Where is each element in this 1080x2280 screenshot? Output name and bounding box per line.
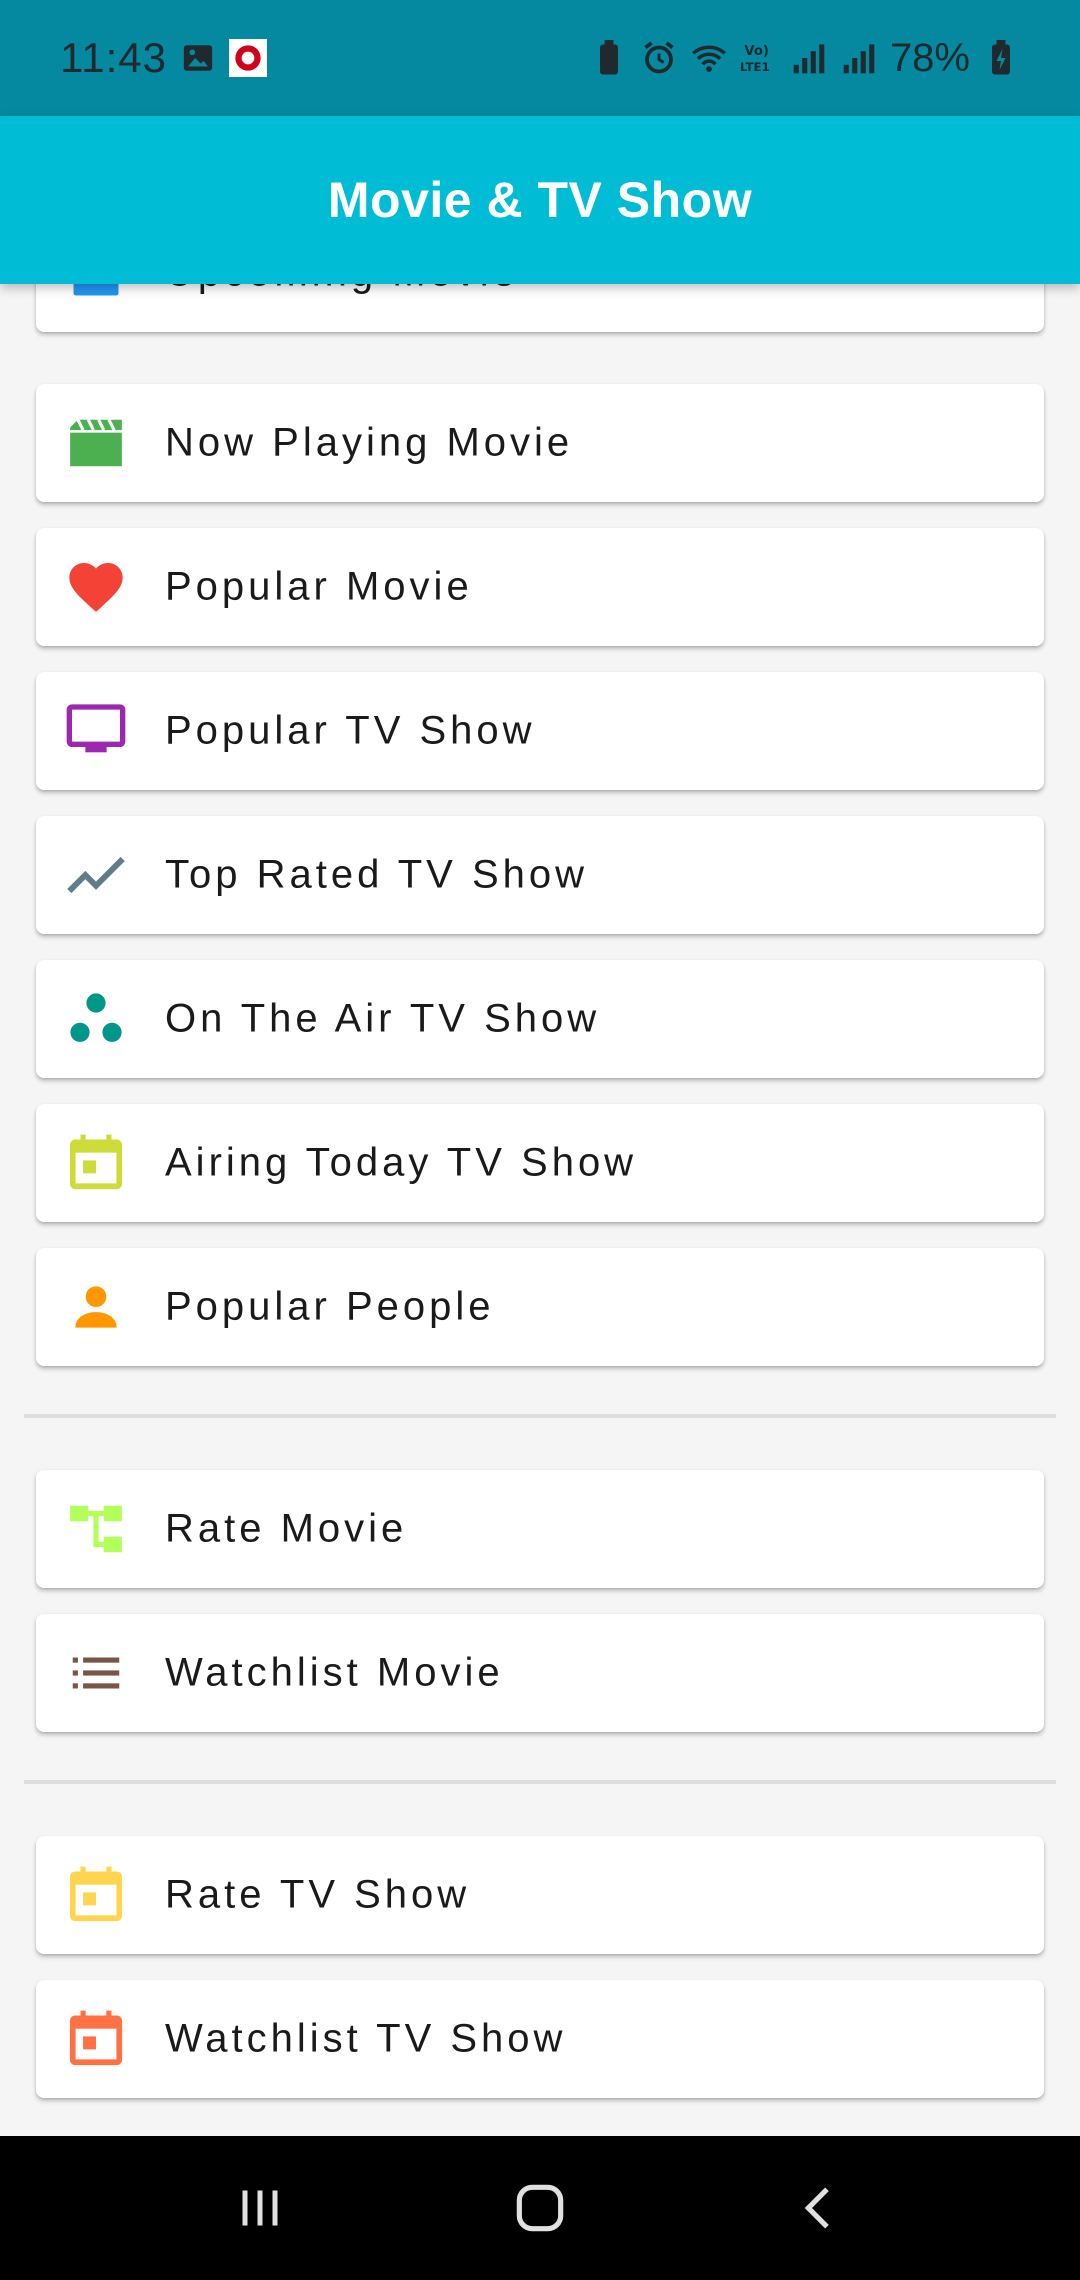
- status-bar-right: Vo) LTE1 78%: [590, 36, 1020, 81]
- battery-saver-icon: [590, 39, 628, 77]
- menu-item-label: Rate Movie: [165, 1506, 408, 1551]
- menu-item-label: Upcoming Movie: [165, 284, 519, 296]
- list-icon: [64, 1641, 128, 1705]
- status-time: 11:43: [60, 34, 167, 81]
- home-button[interactable]: [500, 2168, 580, 2248]
- menu-item-label: Popular People: [165, 1284, 495, 1329]
- network-type-label: LTE1: [740, 60, 770, 74]
- menu-item-top-rated-tv-show[interactable]: Top Rated TV Show: [36, 816, 1044, 934]
- section-divider: [24, 1780, 1056, 1784]
- menu-list[interactable]: Upcoming Movie Now Playing Movie Popular…: [0, 284, 1080, 2112]
- pizza-app-icon: [229, 39, 267, 77]
- menu-item-label: Popular Movie: [165, 564, 473, 609]
- event-icon: [64, 1131, 128, 1195]
- account-tree-icon: [64, 1497, 128, 1561]
- gallery-icon: [179, 39, 217, 77]
- menu-item-popular-tv-show[interactable]: Popular TV Show: [36, 672, 1044, 790]
- event-icon: [64, 2007, 128, 2071]
- svg-text:Vo): Vo): [744, 44, 768, 59]
- menu-item-popular-people[interactable]: Popular People: [36, 1248, 1044, 1366]
- heart-icon: [64, 555, 128, 619]
- status-bar: 11:43 Vo) LTE1 78%: [0, 0, 1080, 116]
- menu-item-upcoming-movie[interactable]: Upcoming Movie: [36, 284, 1044, 332]
- menu-item-rate-movie[interactable]: Rate Movie: [36, 1470, 1044, 1588]
- person-icon: [64, 1275, 128, 1339]
- signal-icon-1: [790, 39, 828, 77]
- menu-item-rate-tv-show[interactable]: Rate TV Show: [36, 1836, 1044, 1954]
- status-bar-left: 11:43: [60, 34, 267, 82]
- menu-item-label: Airing Today TV Show: [165, 1140, 638, 1185]
- menu-item-label: Watchlist TV Show: [165, 2016, 567, 2061]
- calendar-icon: [64, 284, 128, 305]
- menu-item-label: On The Air TV Show: [165, 996, 601, 1041]
- page-title: Movie & TV Show: [327, 172, 753, 228]
- section-divider: [24, 1414, 1056, 1418]
- bubble-chart-icon: [64, 987, 128, 1051]
- alarm-icon: [640, 39, 678, 77]
- signal-icon-2: [840, 39, 878, 77]
- tv-icon: [64, 699, 128, 763]
- battery-charging-icon: [982, 39, 1020, 77]
- menu-item-label: Popular TV Show: [165, 708, 536, 753]
- menu-item-watchlist-tv-show[interactable]: Watchlist TV Show: [36, 1980, 1044, 2098]
- menu-item-watchlist-movie[interactable]: Watchlist Movie: [36, 1614, 1044, 1732]
- wifi-icon: [690, 39, 728, 77]
- menu-item-label: Watchlist Movie: [165, 1650, 504, 1695]
- trending-up-icon: [64, 843, 128, 907]
- menu-item-label: Rate TV Show: [165, 1872, 471, 1917]
- event-icon: [64, 1863, 128, 1927]
- recent-apps-button[interactable]: [220, 2168, 300, 2248]
- menu-item-airing-today-tv-show[interactable]: Airing Today TV Show: [36, 1104, 1044, 1222]
- menu-item-label: Top Rated TV Show: [165, 852, 589, 897]
- clapperboard-icon: [64, 411, 128, 475]
- menu-item-on-the-air-tv-show[interactable]: On The Air TV Show: [36, 960, 1044, 1078]
- menu-item-label: Now Playing Movie: [165, 420, 574, 465]
- menu-item-popular-movie[interactable]: Popular Movie: [36, 528, 1044, 646]
- system-nav-bar: [0, 2136, 1080, 2280]
- menu-item-now-playing-movie[interactable]: Now Playing Movie: [36, 384, 1044, 502]
- battery-percent: 78%: [889, 35, 970, 80]
- volte-icon: Vo) LTE1: [740, 39, 778, 77]
- back-button[interactable]: [780, 2168, 860, 2248]
- app-bar: Movie & TV Show: [0, 116, 1080, 284]
